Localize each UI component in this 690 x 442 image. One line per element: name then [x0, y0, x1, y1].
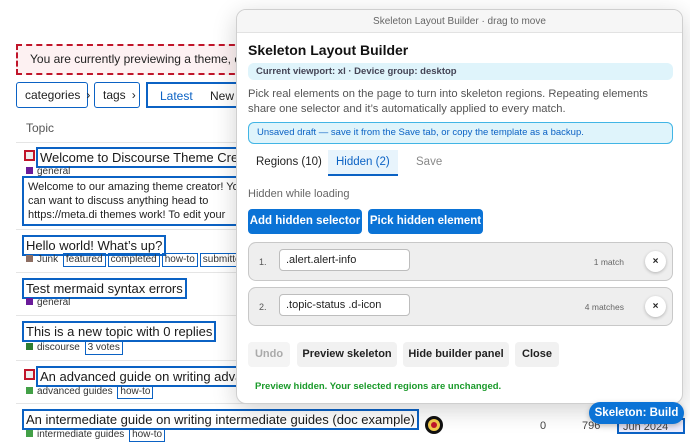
tag[interactable]: how-to	[161, 253, 198, 267]
selector-index: 1.	[259, 257, 267, 267]
intro-text: Pick real elements on the page to turn i…	[248, 88, 648, 115]
panel-title: Skeleton Layout Builder	[248, 42, 409, 58]
match-count: 4 matches	[584, 302, 624, 312]
tab-save[interactable]: Save	[408, 150, 450, 176]
remove-selector-button[interactable]: ×	[645, 251, 666, 272]
tab-latest[interactable]: Latest	[154, 86, 199, 108]
chevron-right-icon: ›	[86, 88, 91, 102]
topic-category[interactable]: intermediate guides how-to	[26, 428, 166, 442]
topic-title[interactable]: This is a new topic with 0 replies	[22, 321, 217, 342]
tags-label: tags	[103, 88, 126, 102]
topic-category[interactable]: Junk featuredcompletedhow-tosubmittedart	[26, 253, 269, 267]
pick-hidden-element-button[interactable]: Pick hidden element	[368, 209, 483, 234]
tag[interactable]: 3 votes	[84, 341, 123, 355]
category-name: Junk	[37, 254, 59, 265]
topic-title[interactable]: Welcome to Discourse Theme Creator!	[36, 147, 269, 168]
skeleton-build-floating-button[interactable]: Skeleton: Build	[589, 402, 684, 424]
close-icon: ×	[652, 256, 659, 267]
hidden-selector-row: 1. .alert.alert-info 1 match ×	[248, 242, 673, 281]
undo-button[interactable]: Undo	[248, 342, 290, 367]
category-color-square	[26, 298, 33, 305]
topic-status-placeholder	[24, 369, 35, 380]
tab-hidden[interactable]: Hidden (2)	[328, 150, 398, 176]
user-avatar[interactable]	[425, 416, 443, 434]
topic-title[interactable]: Test mermaid syntax errors	[22, 278, 187, 299]
topic-status-placeholder	[24, 150, 35, 161]
tags-dropdown[interactable]: tags ›	[94, 82, 140, 108]
tag[interactable]: featured	[62, 253, 106, 267]
close-button[interactable]: Close	[515, 342, 559, 367]
categories-label: categories	[25, 88, 81, 102]
categories-dropdown[interactable]: categories ›	[16, 82, 91, 108]
topic-column-header: Topic	[26, 121, 55, 135]
topic-excerpt: Welcome to our amazing theme creator! Yo…	[22, 176, 252, 226]
hidden-section-label: Hidden while loading	[248, 188, 350, 200]
draft-notice: Unsaved draft — save it from the Save ta…	[248, 122, 673, 144]
chevron-right-icon: ›	[131, 88, 136, 102]
category-color-square	[26, 167, 33, 174]
replies-count: 0	[540, 420, 547, 432]
category-color-square	[26, 343, 33, 350]
category-name: advanced guides	[37, 386, 113, 397]
category-name: intermediate guides	[37, 429, 125, 440]
hide-builder-panel-button[interactable]: Hide builder panel	[403, 342, 509, 367]
hidden-selector-row: 2. .topic-status .d-icon 4 matches ×	[248, 287, 673, 326]
tag[interactable]: how-to	[117, 385, 154, 399]
selector-input[interactable]: .topic-status .d-icon	[279, 294, 410, 316]
category-color-square	[26, 255, 33, 262]
panel-drag-handle[interactable]: Skeleton Layout Builder · drag to move	[237, 10, 682, 33]
topic-category[interactable]: discourse 3 votes	[26, 341, 123, 355]
status-message: Preview hidden. Your selected regions ar…	[255, 381, 502, 392]
topic-category[interactable]: advanced guides how-to	[26, 385, 154, 399]
match-count: 1 match	[593, 257, 624, 267]
tab-new[interactable]: New	[204, 86, 240, 106]
topic-category[interactable]: general	[26, 297, 70, 308]
selector-input[interactable]: .alert.alert-info	[279, 249, 410, 271]
category-color-square	[26, 387, 33, 394]
category-name: discourse	[37, 342, 80, 353]
topic-title[interactable]: An intermediate guide on writing interme…	[22, 409, 419, 430]
add-hidden-selector-button[interactable]: Add hidden selector	[248, 209, 362, 234]
tag[interactable]: completed	[107, 253, 160, 267]
preview-skeleton-button[interactable]: Preview skeleton	[297, 342, 397, 367]
remove-selector-button[interactable]: ×	[645, 296, 666, 317]
skeleton-builder-panel: Skeleton Layout Builder · drag to move S…	[236, 9, 683, 404]
viewport-info: Current viewport: xl · Device group: des…	[248, 63, 673, 80]
close-icon: ×	[652, 301, 659, 312]
selector-index: 2.	[259, 302, 267, 312]
tag[interactable]: how-to	[129, 428, 166, 442]
category-name: general	[37, 297, 71, 308]
tab-regions[interactable]: Regions (10)	[248, 150, 330, 176]
